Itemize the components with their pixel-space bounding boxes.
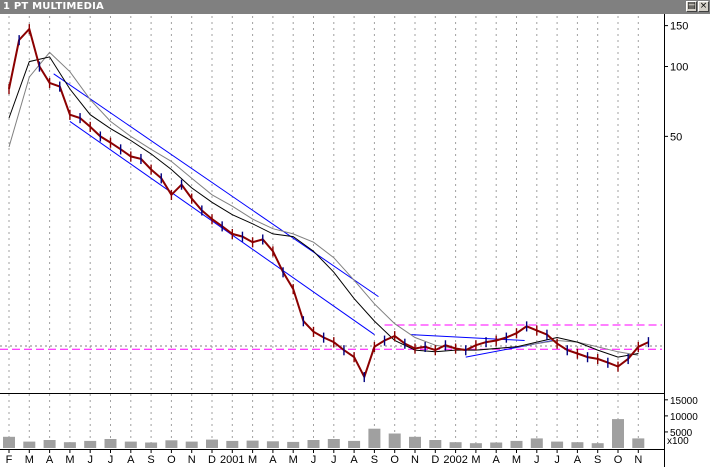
x-axis-label-24: A: [493, 454, 501, 466]
volume-bar-4: [84, 440, 97, 448]
volume-bar-20: [409, 436, 421, 448]
volume-bar-17: [348, 440, 361, 448]
volume-bar-10: [206, 439, 218, 448]
volume-bar-26: [530, 438, 543, 448]
price-chart: 15010050 15000100005000 F M A M J J A S O N D 2001 M…: [0, 14, 698, 466]
x-axis-labels: F M A M J J A S O N D 2001 M A M J J A S O N D 2002 M A M J J A S O N: [6, 449, 642, 466]
volume-ticks: 15000100005000: [664, 396, 698, 439]
volume-bar-13: [266, 441, 279, 448]
volume-bar-25: [510, 440, 523, 448]
price-ticks: 150 100 50: [664, 21, 688, 143]
x-axis-label-14: M: [289, 454, 298, 466]
x-axis-label-5: J: [108, 454, 114, 466]
volume-bar-3: [63, 442, 76, 448]
price-tick-label-0: 150: [670, 21, 688, 33]
x-axis-label-21: D: [431, 454, 439, 466]
x-axis-label-25: M: [512, 454, 521, 466]
x-axis-label-30: O: [614, 454, 623, 466]
x-axis-label-17: A: [350, 454, 358, 466]
x-axis-label-29: S: [594, 454, 601, 466]
volume-bar-23: [469, 443, 482, 448]
x-axis-label-7: S: [147, 454, 154, 466]
x-axis-label-15: J: [311, 454, 317, 466]
x-axis-label-2: A: [46, 454, 54, 466]
volume-bar-24: [490, 442, 503, 448]
volume-bar-22: [449, 442, 462, 448]
x-axis-label-0: F: [6, 454, 13, 466]
x-axis-label-28: A: [574, 454, 582, 466]
price-tick-label-1: 100: [670, 61, 688, 73]
x-axis-label-20: N: [411, 454, 419, 466]
x-axis-label-31: N: [634, 454, 642, 466]
price-panel: [0, 14, 664, 393]
volume-bar-30: [612, 419, 624, 448]
x-axis-label-3: M: [65, 454, 74, 466]
x-axis-label-23: M: [471, 454, 480, 466]
x-axis-label-11: 2001: [220, 454, 244, 466]
volume-bar-27: [551, 441, 564, 448]
volume-bar-14: [287, 441, 300, 448]
volume-bar-19: [388, 433, 401, 448]
volume-bar-16: [327, 439, 340, 448]
x-axis-label-18: S: [371, 454, 378, 466]
price-tick-label-2: 50: [670, 131, 682, 143]
chart-window: 1 PT MULTIMEDIA ▤ × 150 100 50 15000 10000 5…: [0, 0, 710, 467]
volume-multiplier: x100: [667, 436, 689, 447]
volume-bar-29: [591, 443, 604, 448]
x-axis-label-27: J: [554, 454, 560, 466]
volume-bar-12: [246, 440, 259, 448]
x-axis-label-13: A: [269, 454, 277, 466]
volume-bar-8: [165, 440, 178, 448]
x-axis-label-19: O: [390, 454, 399, 466]
volume-bar-2: [43, 440, 56, 448]
x-axis-label-10: D: [208, 454, 216, 466]
volume-bar-9: [185, 441, 198, 448]
volume-bar-21: [429, 440, 442, 448]
volume-tick-label-0: 15000: [670, 396, 698, 407]
x-axis-label-6: A: [127, 454, 135, 466]
volume-bar-11: [226, 440, 239, 448]
volume-bar-0: [3, 436, 15, 448]
volume-tick-label-1: 10000: [670, 412, 698, 423]
volume-bar-6: [124, 441, 137, 448]
volume-bar-5: [104, 439, 117, 448]
x-axis-label-8: O: [167, 454, 176, 466]
volume-bar-7: [145, 442, 158, 448]
volume-bar-1: [23, 441, 36, 448]
x-axis-label-9: N: [188, 454, 196, 466]
x-axis-label-12: M: [248, 454, 257, 466]
x-axis-label-1: M: [25, 454, 34, 466]
volume-bar-15: [307, 440, 320, 448]
volume-bar-28: [571, 442, 584, 448]
x-axis-label-22: 2002: [443, 454, 467, 466]
volume-bar-18: [368, 428, 381, 448]
x-axis-label-26: J: [534, 454, 540, 466]
x-axis-label-16: J: [331, 454, 337, 466]
x-axis-label-4: J: [87, 454, 93, 466]
volume-bar-31: [632, 438, 645, 448]
